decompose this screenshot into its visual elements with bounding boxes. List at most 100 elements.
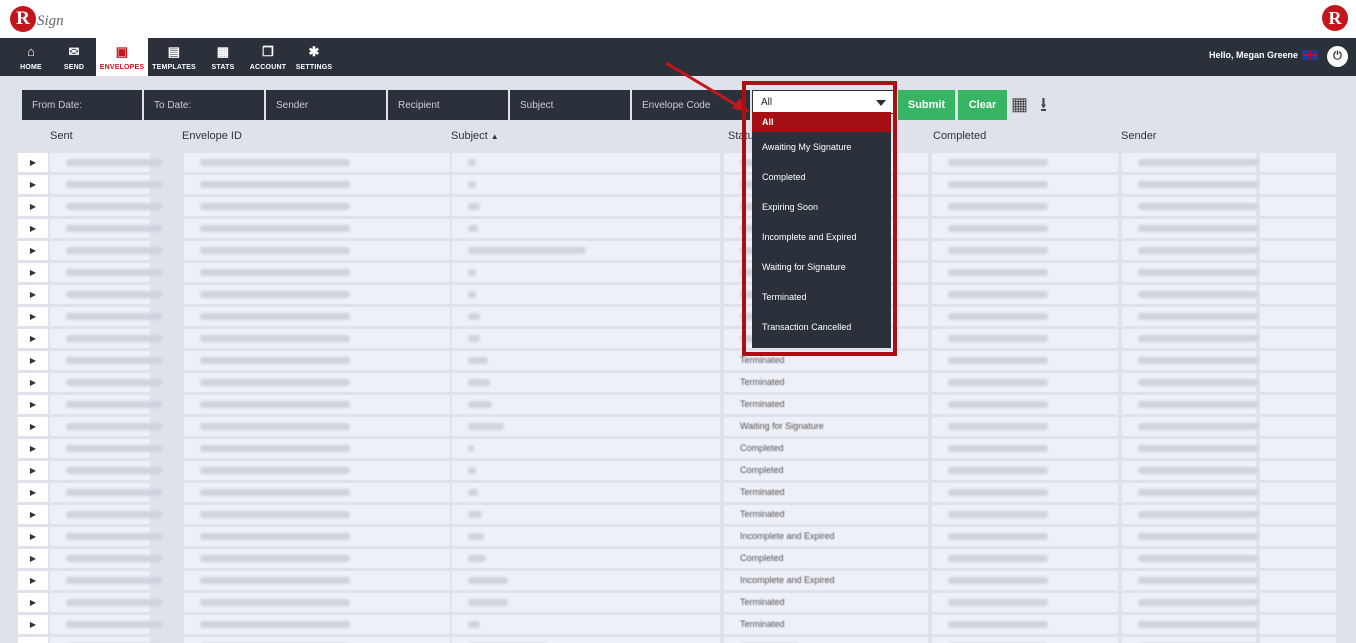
table-row[interactable]: ▶ [18,262,1338,284]
download-icon[interactable]: ⭳ [1040,90,1047,124]
redacted-text [468,445,474,452]
table-cell [184,307,450,326]
table-row[interactable]: ▶ Terminated [18,504,1338,526]
table-cell [932,351,1118,370]
table-row[interactable]: ▶ [18,174,1338,196]
subject-input[interactable] [510,90,630,120]
table-row[interactable]: ▶ Terminated [18,482,1338,504]
redacted-text [66,467,162,474]
expand-row-icon[interactable]: ▶ [18,307,48,326]
redacted-text [468,335,480,342]
table-cell [932,483,1118,502]
redacted-text [948,533,1048,540]
expand-row-icon[interactable]: ▶ [18,395,48,414]
column-sender[interactable]: Sender [1121,130,1156,142]
expand-row-icon[interactable]: ▶ [18,263,48,282]
status-option-terminated[interactable]: Terminated [752,282,891,312]
table-row[interactable]: ▶ Terminated [18,350,1338,372]
table-cell [50,219,162,238]
table-row[interactable]: ▶ [18,306,1338,328]
rsign-logo[interactable]: R Sign [10,4,64,34]
table-row[interactable]: ▶ [18,636,1338,643]
nav-stats[interactable]: ▦ STATS [204,38,242,76]
column-subject[interactable]: Subject ▲ [451,130,499,142]
clear-button[interactable]: Clear [958,90,1007,120]
expand-row-icon[interactable]: ▶ [18,175,48,194]
table-row[interactable]: ▶ Terminated [18,394,1338,416]
table-cell [184,285,450,304]
status-option-awaiting-my-signature[interactable]: Awaiting My Signature [752,132,891,162]
status-option-waiting-for-signature[interactable]: Waiting for Signature [752,252,891,282]
sender-input[interactable] [266,90,386,120]
expand-row-icon[interactable]: ▶ [18,439,48,458]
expand-row-icon[interactable]: ▶ [18,329,48,348]
table-cell [1122,395,1258,414]
expand-row-icon[interactable]: ▶ [18,527,48,546]
table-cell [932,505,1118,524]
expand-row-icon[interactable]: ▶ [18,417,48,436]
to-date-input[interactable] [144,90,264,120]
user-greeting[interactable]: Hello, Megan Greene [1209,50,1318,60]
uk-flag-icon[interactable] [1302,50,1318,60]
table-cell [932,615,1118,634]
status-option-expiring-soon[interactable]: Expiring Soon [752,192,891,222]
expand-row-icon[interactable]: ▶ [18,637,48,643]
table-row[interactable]: ▶ [18,196,1338,218]
expand-row-icon[interactable]: ▶ [18,549,48,568]
expand-row-icon[interactable]: ▶ [18,219,48,238]
table-row[interactable]: ▶ Completed [18,460,1338,482]
redacted-text [468,269,476,276]
table-row[interactable]: ▶ Completed [18,438,1338,460]
nav-settings[interactable]: ✱ SETTINGS [294,38,334,76]
redacted-text [1138,313,1258,320]
expand-row-icon[interactable]: ▶ [18,461,48,480]
column-envelope-id[interactable]: Envelope ID [182,130,242,142]
table-row[interactable]: ▶ [18,328,1338,350]
table-row[interactable]: ▶ Terminated [18,614,1338,636]
expand-row-icon[interactable]: ▶ [18,505,48,524]
submit-button[interactable]: Submit [898,90,955,120]
nav-envelopes[interactable]: ▣ ENVELOPES [96,38,148,76]
column-sent[interactable]: Sent [50,130,73,142]
table-row[interactable]: ▶ Incomplete and Expired [18,570,1338,592]
expand-row-icon[interactable]: ▶ [18,285,48,304]
expand-row-icon[interactable]: ▶ [18,373,48,392]
table-row[interactable]: ▶ [18,240,1338,262]
expand-row-icon[interactable]: ▶ [18,241,48,260]
expand-row-icon[interactable]: ▶ [18,483,48,502]
redacted-text [66,203,162,210]
expand-row-icon[interactable]: ▶ [18,153,48,172]
status-option-incomplete-and-expired[interactable]: Incomplete and Expired [752,222,891,252]
table-row[interactable]: ▶ [18,284,1338,306]
expand-row-icon[interactable]: ▶ [18,197,48,216]
expand-row-icon[interactable]: ▶ [18,571,48,590]
column-completed[interactable]: Completed [933,130,986,142]
power-icon[interactable]: ⏻ [1327,46,1348,67]
nav-account[interactable]: ❐ ACCOUNT [246,38,290,76]
redacted-text [1138,159,1258,166]
table-cell [50,571,162,590]
table-row[interactable]: ▶ Terminated [18,592,1338,614]
table-row[interactable]: ▶ Completed [18,548,1338,570]
spreadsheet-icon[interactable]: ▦ [1011,94,1028,115]
table-cell [932,637,1118,643]
table-cell [1260,637,1336,643]
from-date-input[interactable] [22,90,142,120]
status-option-all[interactable]: All [752,112,891,132]
expand-row-icon[interactable]: ▶ [18,615,48,634]
table-row[interactable]: ▶ Incomplete and Expired [18,526,1338,548]
nav-home[interactable]: ⌂ HOME [10,38,52,76]
nav-send[interactable]: ✉ SEND [54,38,94,76]
table-row[interactable]: ▶ [18,218,1338,240]
status-option-completed[interactable]: Completed [752,162,891,192]
table-cell [932,285,1118,304]
status-option-transaction-cancelled[interactable]: Transaction Cancelled [752,312,891,342]
table-row[interactable]: ▶ [18,152,1338,174]
expand-row-icon[interactable]: ▶ [18,351,48,370]
table-cell [50,153,162,172]
expand-row-icon[interactable]: ▶ [18,593,48,612]
table-row[interactable]: ▶ Waiting for Signature [18,416,1338,438]
table-row[interactable]: ▶ Terminated [18,372,1338,394]
nav-templates[interactable]: ▤ TEMPLATES [150,38,198,76]
recipient-input[interactable] [388,90,508,120]
